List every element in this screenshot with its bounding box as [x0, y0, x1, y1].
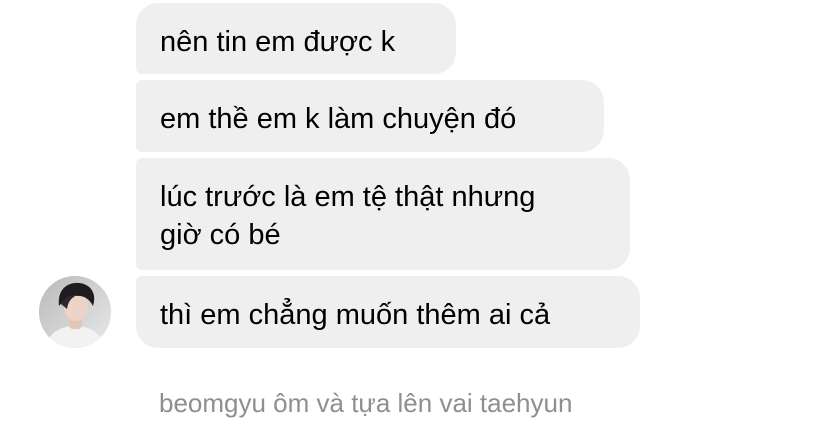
- sender-avatar[interactable]: [39, 276, 111, 348]
- message-bubble[interactable]: thì em chẳng muốn thêm ai cả: [136, 276, 640, 348]
- chat-thread: nên tin em được k em thề em k làm chuyện…: [0, 0, 828, 430]
- profile-photo-icon: [39, 276, 111, 348]
- reaction-action-note: beomgyu ôm và tựa lên vai taehyun: [159, 388, 573, 418]
- message-bubble[interactable]: em thề em k làm chuyện đó: [136, 80, 604, 152]
- message-bubble[interactable]: lúc trước là em tệ thật nhưng giờ có bé: [136, 158, 630, 270]
- message-bubble[interactable]: nên tin em được k: [136, 3, 456, 74]
